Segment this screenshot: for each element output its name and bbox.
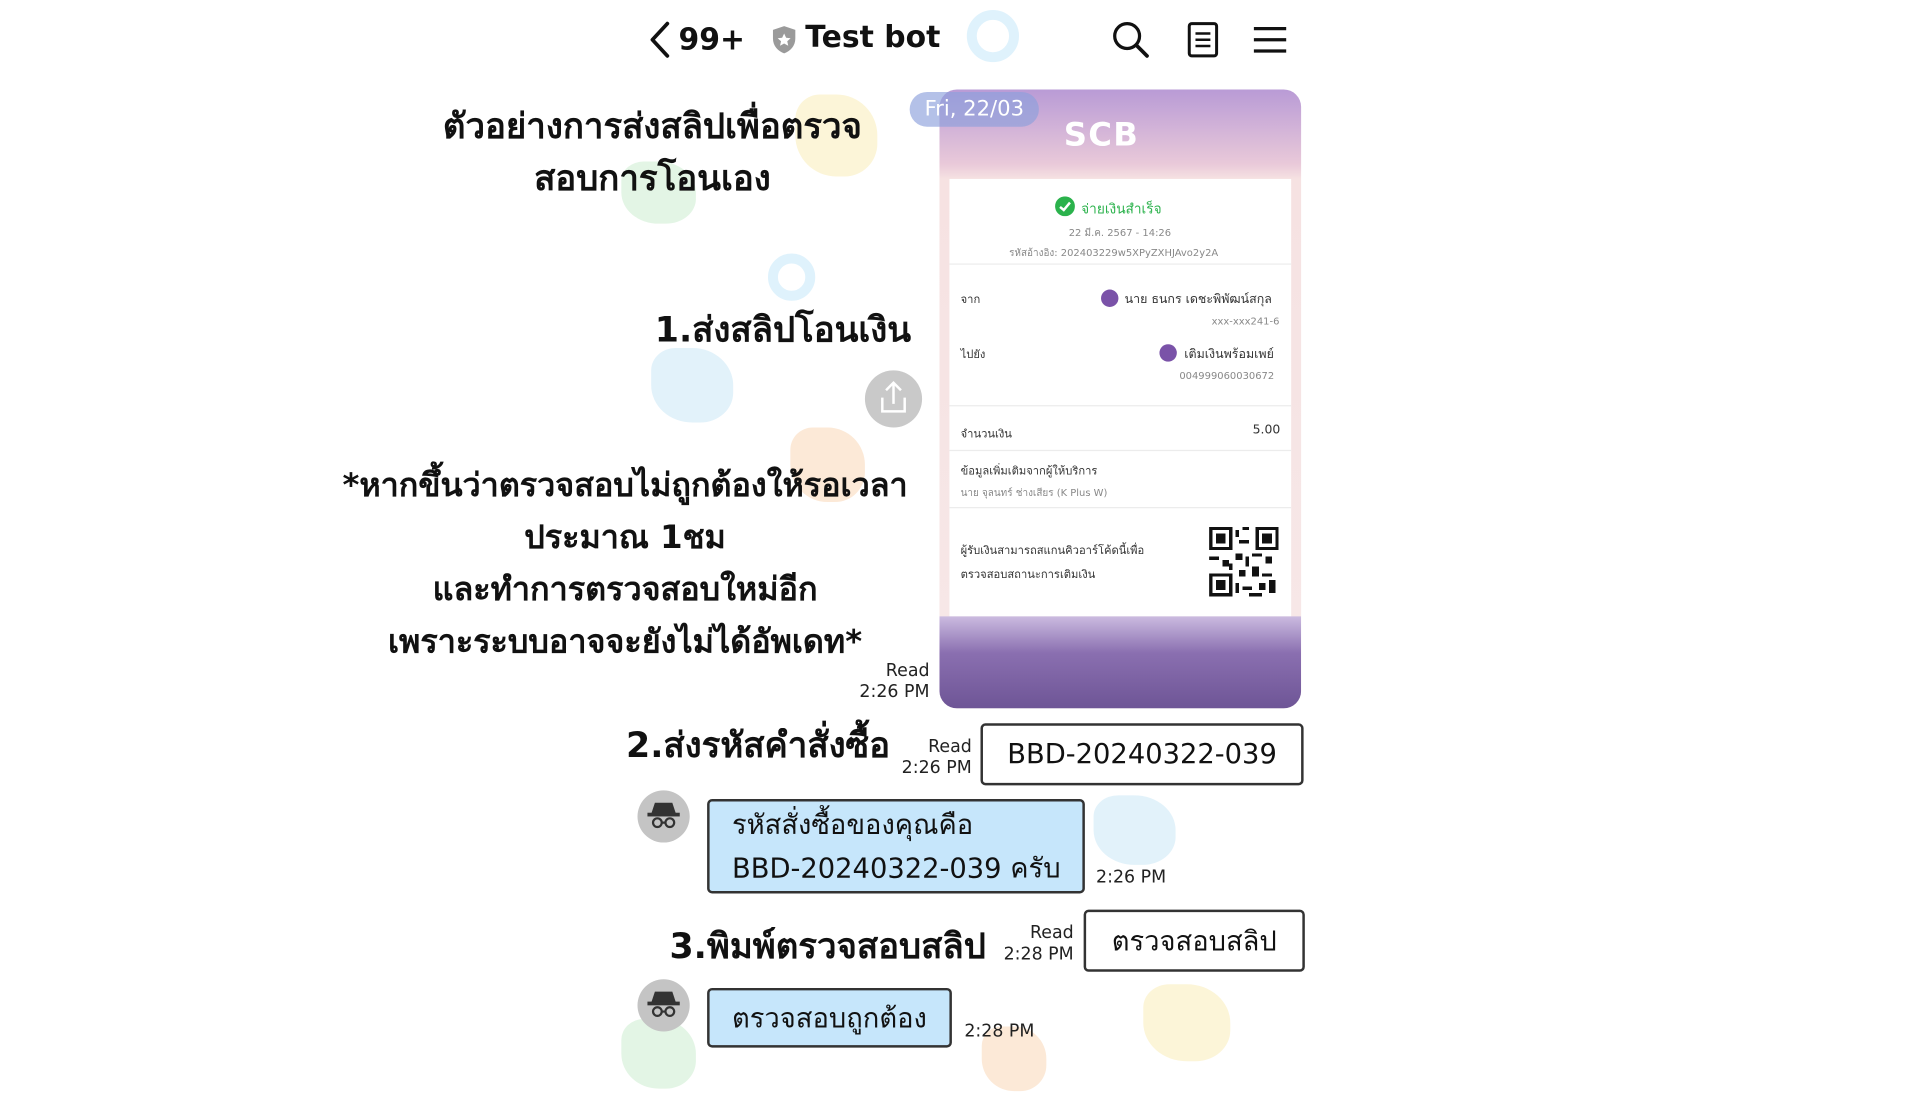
wallpaper-pokeball-decoration bbox=[767, 253, 816, 301]
back-button[interactable]: 99+ bbox=[646, 20, 745, 60]
scb-logo: SCB bbox=[1063, 116, 1140, 155]
bot-reply-line: รหัสสั่งซื้อของคุณคือ bbox=[731, 810, 974, 842]
instruction-title-line1: ตัวอย่างการส่งสลิปเพื่อตรวจ bbox=[442, 105, 862, 147]
step1-label: 1.ส่งสลิปโอนเงิน bbox=[654, 309, 912, 351]
from-label: จาก bbox=[960, 294, 981, 307]
note-line1: *หากขึ้นว่าตรวจสอบไม่ถูกต้องให้รอเวลา bbox=[342, 467, 908, 505]
qr-code bbox=[1209, 526, 1279, 597]
payment-datetime: 22 มี.ค. 2567 - 14:26 bbox=[1068, 227, 1172, 239]
bot-reply-order-code: รหัสสั่งซื้อของคุณคือ BBD-20240322-039 ค… bbox=[707, 799, 1086, 894]
bot-avatar[interactable] bbox=[637, 790, 690, 843]
order-code-bubble[interactable]: BBD-20240322-039 bbox=[980, 723, 1304, 786]
payment-status: จ่ายเงินสำเร็จ bbox=[1081, 201, 1162, 218]
back-chevron-icon bbox=[650, 21, 670, 58]
amount-label: จำนวนเงิน bbox=[960, 428, 1012, 442]
wallpaper-character-decoration bbox=[1093, 795, 1176, 865]
search-icon[interactable] bbox=[1111, 20, 1151, 60]
qr-caption-line2: ตรวจสอบสถานะการเติมเงิน bbox=[960, 569, 1096, 582]
amount-value: 5.00 bbox=[1252, 423, 1281, 438]
chat-title: Test bot bbox=[805, 19, 941, 55]
to-account: 004999060030672 bbox=[1179, 370, 1275, 382]
bot-reply-check-result: ตรวจสอบถูกต้อง bbox=[707, 987, 952, 1048]
wallpaper-character-decoration bbox=[1143, 984, 1231, 1062]
notes-icon[interactable] bbox=[1183, 20, 1223, 60]
message-time: 2:28 PM bbox=[1003, 944, 1074, 965]
spy-icon bbox=[647, 991, 680, 1018]
wallpaper-pokeball-decoration bbox=[966, 9, 1020, 63]
check-read-status: Read 2:28 PM bbox=[989, 923, 1074, 965]
message-time: 2:26 PM bbox=[1096, 867, 1167, 888]
info-value: นาย จุลนทร์ ช่างเสียร (K Plus W) bbox=[960, 487, 1108, 499]
share-button[interactable] bbox=[864, 370, 923, 428]
bot-reply-line: BBD-20240322-039 ครับ bbox=[731, 853, 1061, 885]
menu-icon[interactable] bbox=[1250, 20, 1290, 60]
from-name: นาย ธนกร เดชะพิพัฒน์สกุล bbox=[1124, 293, 1272, 307]
read-label: Read bbox=[885, 661, 930, 681]
step2-label: 2.ส่งรหัสคำสั่งซื้อ bbox=[625, 724, 891, 766]
divider bbox=[949, 449, 1292, 452]
note-line4: เพราะระบบอาจจะยังไม่ได้อัพเดท* bbox=[388, 623, 863, 662]
qr-caption-line1: ผู้รับเงินสามารถสแกนคิวอาร์โค้ดนี้เพื่อ bbox=[960, 545, 1145, 558]
bot-avatar[interactable] bbox=[637, 979, 690, 1032]
message-time: 2:26 PM bbox=[901, 758, 972, 778]
promptpay-icon bbox=[1159, 344, 1177, 362]
success-check-icon bbox=[1055, 196, 1075, 217]
lavender-field-illustration bbox=[939, 616, 1302, 709]
check-slip-bubble[interactable]: ตรวจสอบสลิป bbox=[1083, 909, 1305, 972]
instruction-title-line2: สอบการโอนเอง bbox=[534, 157, 771, 199]
note-line3: และทำการตรวจสอบใหม่อีก bbox=[432, 571, 818, 609]
from-account: xxx-xxx241-6 bbox=[1211, 315, 1280, 327]
payment-reference: รหัสอ้างอิง: 202403229w5XPyZXHJAvo2y2A bbox=[1009, 247, 1219, 259]
share-icon bbox=[881, 380, 906, 413]
scb-bank-icon bbox=[1101, 289, 1119, 307]
read-label: Read bbox=[1029, 923, 1074, 944]
divider bbox=[949, 263, 1292, 265]
date-pill: Fri, 22/03 bbox=[909, 91, 1039, 127]
step3-label: 3.พิมพ์ตรวจสอบสลิป bbox=[669, 925, 986, 967]
slip-read-status: Read 2:26 PM bbox=[845, 661, 930, 703]
note-line2: ประมาณ 1ชม bbox=[524, 519, 726, 557]
wallpaper-character-decoration bbox=[651, 347, 734, 423]
to-name: เติมเงินพร้อมเพย์ bbox=[1184, 347, 1274, 362]
read-label: Read bbox=[928, 736, 972, 757]
unread-count: 99+ bbox=[678, 22, 746, 58]
order-read-status: Read 2:26 PM bbox=[885, 737, 972, 779]
message-time: 2:28 PM bbox=[964, 1021, 1035, 1042]
info-label: ข้อมูลเพิ่มเติมจากผู้ให้บริการ bbox=[960, 466, 1098, 479]
transfer-slip-image[interactable] bbox=[939, 89, 1302, 709]
spy-icon bbox=[647, 802, 680, 829]
shield-icon bbox=[772, 26, 796, 54]
divider bbox=[949, 507, 1292, 509]
message-time: 2:26 PM bbox=[859, 682, 930, 703]
to-label: ไปยัง bbox=[960, 349, 986, 362]
chat-screen: 99+ Test bot ตัวอย่างการส่งสลิปเพื่อตรวจ… bbox=[0, 0, 1920, 1094]
divider bbox=[949, 405, 1292, 407]
